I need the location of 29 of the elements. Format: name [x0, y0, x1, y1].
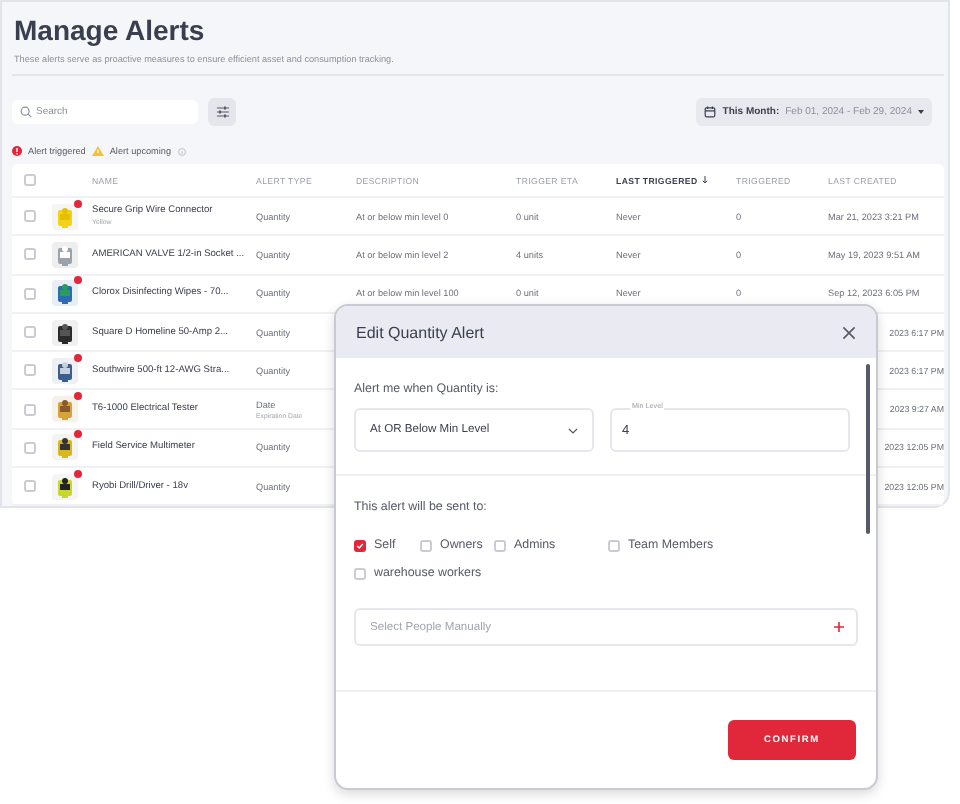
- scrollbar[interactable]: [866, 364, 870, 534]
- checkbox[interactable]: [494, 539, 506, 551]
- checkbox[interactable]: [24, 480, 36, 493]
- checkbox[interactable]: [24, 248, 36, 261]
- checkbox[interactable]: [24, 210, 36, 223]
- filter-button[interactable]: [208, 98, 236, 126]
- checkbox[interactable]: [24, 364, 36, 377]
- alert-icon: [12, 146, 22, 156]
- checkbox[interactable]: [608, 539, 620, 551]
- checkbox[interactable]: [24, 403, 36, 416]
- checkbox[interactable]: [354, 539, 366, 551]
- checkbox[interactable]: [24, 326, 36, 339]
- checkbox[interactable]: [24, 174, 36, 186]
- dialog-title: Edit Quantity Alert: [356, 323, 485, 341]
- close-icon: [842, 325, 856, 339]
- sliders-icon: [215, 106, 229, 118]
- checkbox[interactable]: [24, 441, 36, 454]
- checkbox[interactable]: [24, 287, 36, 300]
- warning-icon: [91, 146, 104, 156]
- sort-arrow-icon: [701, 176, 708, 184]
- page-title: Manage Alerts: [14, 14, 207, 46]
- caret-icon: [918, 110, 924, 114]
- calendar-icon: [704, 106, 717, 118]
- checkbox[interactable]: [420, 539, 432, 551]
- info-icon: [177, 147, 185, 155]
- plus-icon: [834, 622, 844, 632]
- close-button[interactable]: [842, 325, 856, 339]
- chevron-icon: [568, 427, 578, 433]
- checkbox[interactable]: [354, 567, 366, 579]
